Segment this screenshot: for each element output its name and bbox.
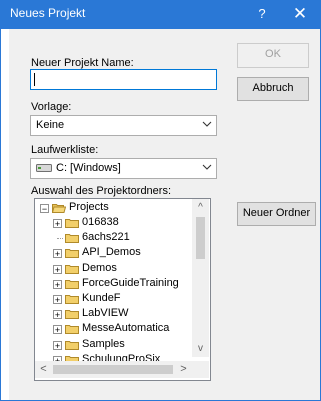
template-label: Vorlage: (31, 101, 72, 113)
tree-item-label: API_Demos (82, 246, 141, 259)
folder-open-icon (51, 203, 67, 213)
folder-icon (65, 218, 79, 228)
expand-icon[interactable]: + (53, 340, 62, 350)
tree-item-label: LabVIEW (82, 307, 129, 320)
drive-label: Laufwerkliste: (31, 144, 99, 156)
folder-tree[interactable]: − Projects +016838 6achs221 + API_Demos + Demos… (34, 198, 211, 381)
chevron-down-icon (202, 164, 212, 170)
cancel-button[interactable]: Abbruch (237, 77, 309, 101)
expand-icon[interactable]: + (53, 264, 62, 274)
tree-item-label: KundeF (82, 292, 121, 304)
tree-item[interactable]: + MesseAutomatica (35, 322, 190, 337)
tree-connector (57, 238, 63, 240)
expand-icon[interactable]: + (53, 295, 62, 305)
horizontal-scroll-thumb[interactable] (53, 365, 173, 374)
tree-item-label: 6achs221 (82, 231, 130, 244)
tree-item-label: MesseAutomatica (82, 322, 170, 335)
drive-select[interactable]: C: [Windows] (30, 158, 217, 179)
close-button[interactable]: ✕ (280, 0, 320, 28)
drive-value: C: [Windows] (56, 162, 121, 174)
new-folder-button[interactable]: Neuer Ordner (237, 202, 316, 226)
scrollbar-corner (192, 361, 209, 378)
collapse-icon[interactable]: − (40, 204, 49, 214)
tree-item[interactable]: + Demos (35, 262, 190, 277)
folder-icon (65, 309, 79, 320)
tree-item-label: Demos (82, 261, 117, 274)
tree-item-label: 016838 (82, 216, 119, 228)
expand-icon[interactable]: + (53, 325, 62, 335)
project-name-input[interactable] (30, 69, 217, 90)
folder-icon (65, 264, 79, 274)
expand-icon[interactable]: + (53, 249, 62, 259)
scroll-up-button[interactable]: ^ (192, 199, 209, 216)
expand-icon[interactable]: + (53, 219, 62, 229)
scroll-left-button[interactable]: < (35, 361, 52, 378)
template-select[interactable]: Keine (30, 115, 217, 136)
horizontal-scrollbar[interactable]: < > (35, 361, 192, 378)
folder-icon (65, 324, 79, 335)
chevron-down-icon (202, 121, 212, 127)
tree-item[interactable]: +016838 (35, 216, 190, 231)
tree-item[interactable]: + Samples (35, 338, 190, 353)
vertical-scrollbar[interactable]: ^ v (192, 199, 209, 357)
window-title: Neues Projekt (10, 6, 86, 20)
folder-icon (65, 340, 79, 350)
title-bar[interactable]: Neues Projekt ? ✕ (0, 0, 321, 29)
tree-item-root[interactable]: − Projects (35, 201, 190, 216)
folder-icon (65, 294, 79, 304)
expand-icon[interactable]: + (53, 279, 62, 289)
tree-item[interactable]: + API_Demos (35, 246, 190, 261)
scroll-down-button[interactable]: v (192, 340, 209, 357)
template-value: Keine (36, 119, 65, 131)
folder-select-label: Auswahl des Projektordners: (31, 185, 172, 197)
tree-item-label: ForceGuideTraining (82, 276, 179, 289)
text-caret (34, 73, 35, 86)
expand-icon[interactable]: + (53, 310, 62, 320)
folder-icon (65, 248, 79, 259)
tree-item-label: Samples (82, 337, 125, 350)
tree-item-label: Projects (69, 201, 109, 213)
scroll-right-button[interactable]: > (175, 361, 192, 378)
ok-button[interactable]: OK (237, 43, 309, 68)
folder-icon (65, 279, 79, 289)
help-button[interactable]: ? (248, 2, 276, 26)
tree-item[interactable]: + ForceGuideTraining (35, 277, 190, 292)
project-name-label: Neuer Projekt Name: (31, 57, 134, 69)
tree-item[interactable]: + LabVIEW (35, 307, 190, 322)
tree-item[interactable]: 6achs221 (35, 231, 190, 246)
vertical-scroll-thumb[interactable] (196, 217, 205, 259)
tree-item[interactable]: + KundeF (35, 292, 190, 307)
hard-drive-icon (36, 164, 52, 172)
folder-icon (65, 233, 79, 244)
